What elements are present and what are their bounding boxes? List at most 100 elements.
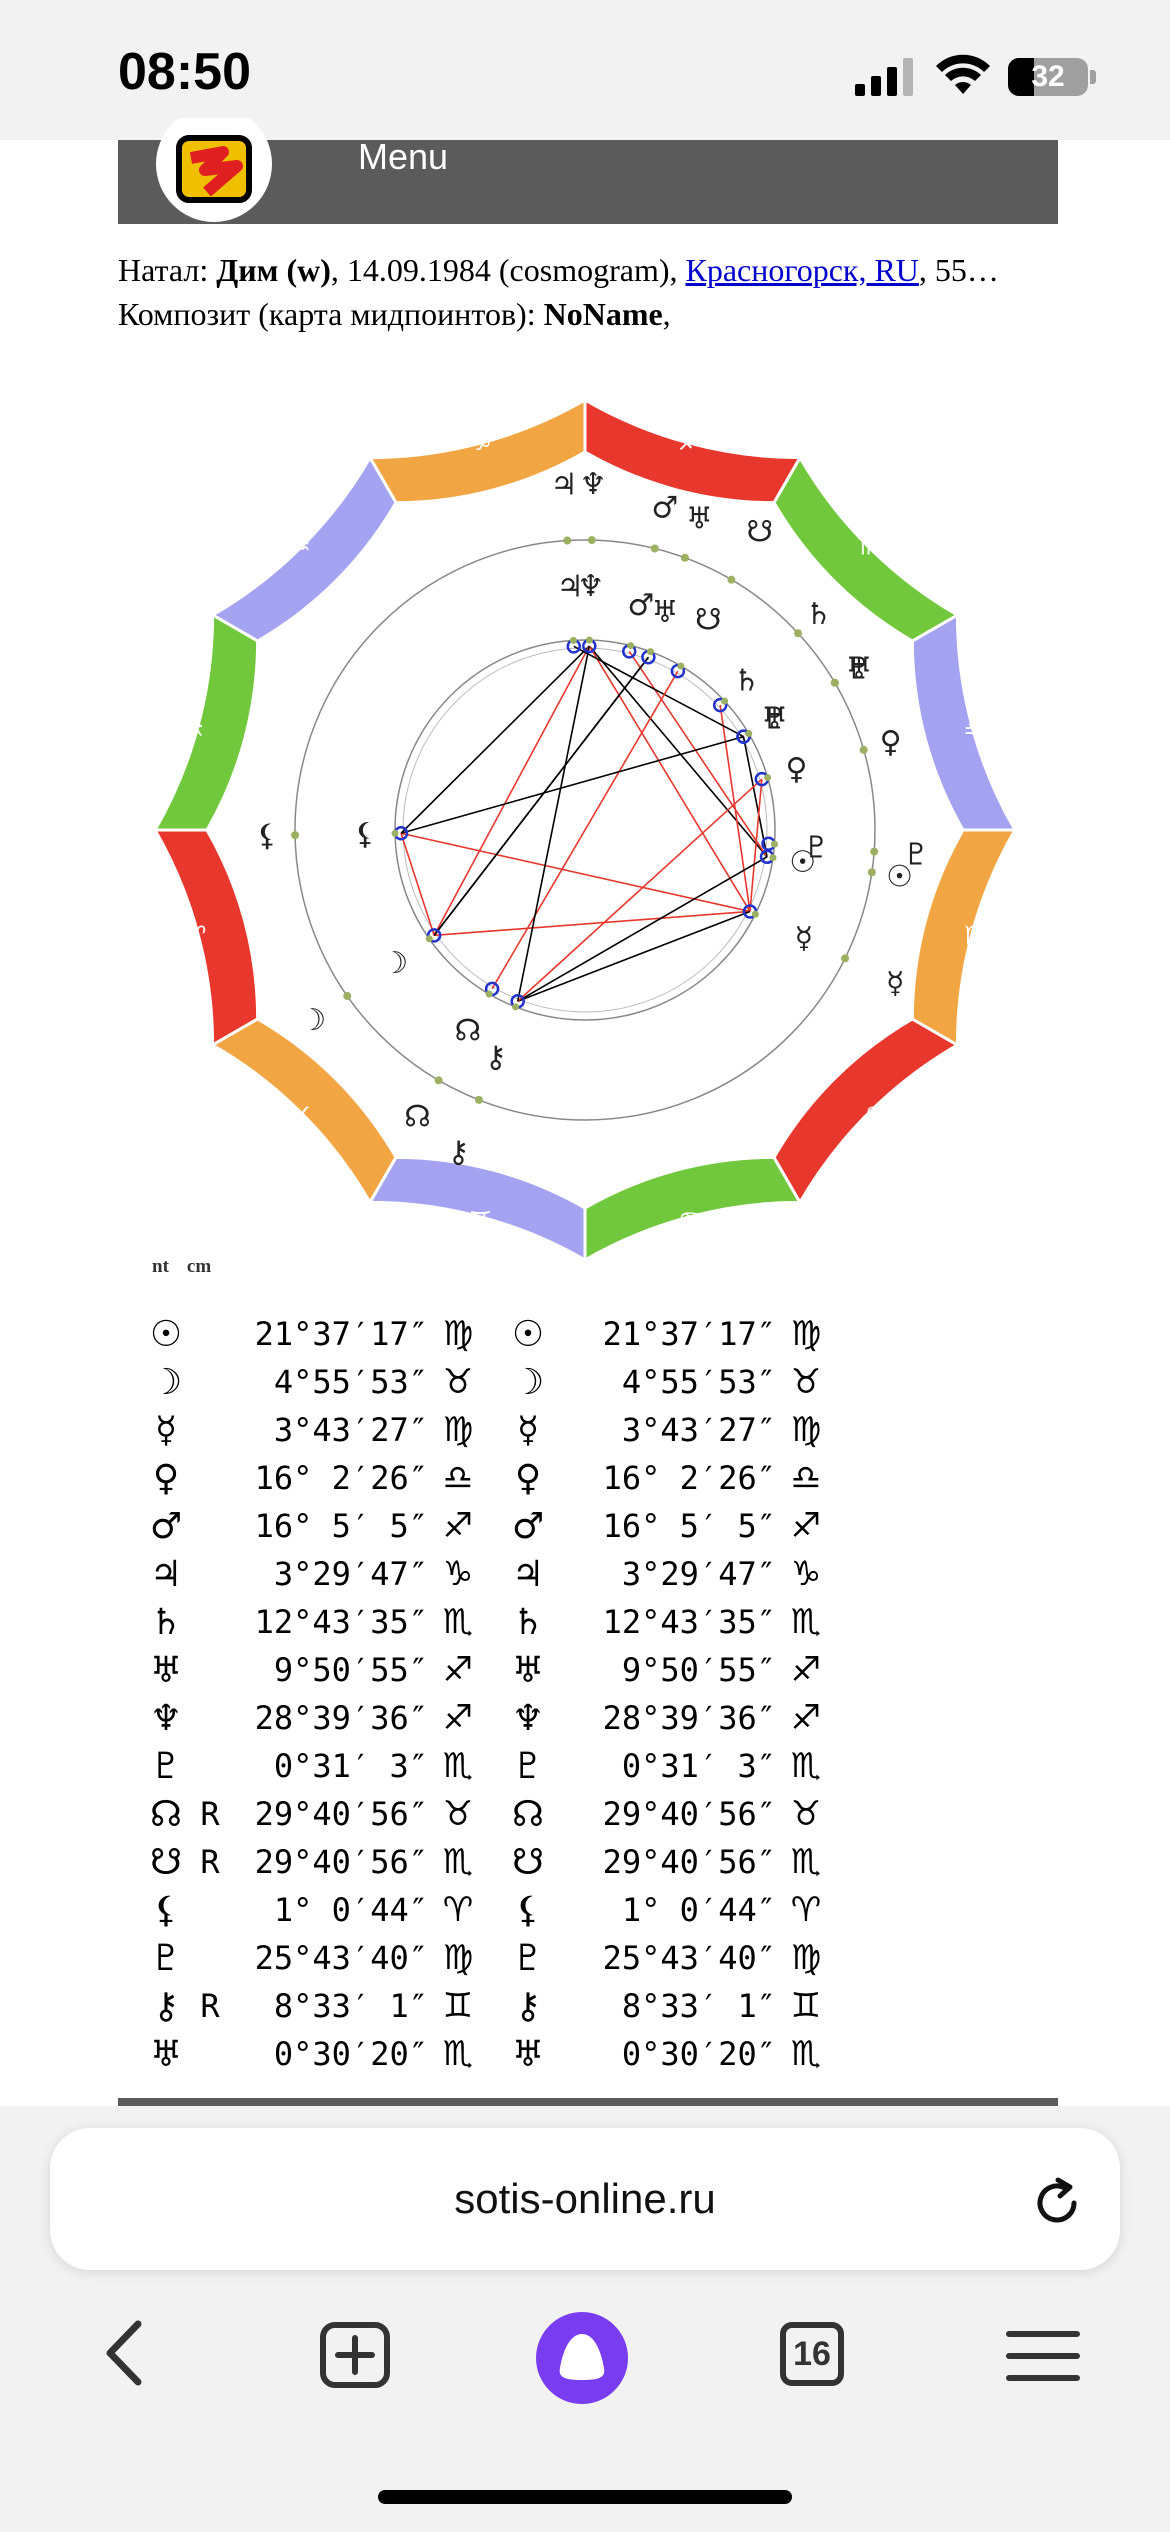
hamburger-menu-icon[interactable] xyxy=(1005,2328,1081,2384)
column-gap xyxy=(482,1886,502,1934)
location-link[interactable]: Красногорск, RU xyxy=(685,252,918,288)
outer-planet-glyph: ♄ xyxy=(805,597,832,632)
natal-position: 12°43′35″ xyxy=(254,1603,428,1641)
planet-row: ♂ 16° 5′ 5″ ♐ ♂ 16° 5′ 5″ ♐ xyxy=(140,1502,830,1550)
outer-planet-dot xyxy=(830,678,839,687)
planet-glyph: ⚷ xyxy=(152,1985,180,2027)
inner-planet-dot xyxy=(770,840,778,848)
column-gap xyxy=(482,1646,502,1694)
person-name: Дим (w) xyxy=(216,252,331,288)
zodiac-sign-label: ♑ xyxy=(469,427,492,457)
zodiac-sign-label: ♋ xyxy=(678,1207,701,1237)
legend-composite: cm xyxy=(186,1256,212,1277)
retrograde-flag xyxy=(192,2030,228,2078)
natal-sign: ♏ xyxy=(442,2034,474,2074)
reload-icon[interactable] xyxy=(1030,2176,1084,2230)
battery-percent: 32 xyxy=(1031,60,1065,93)
composite-sign: ♉ xyxy=(790,1362,822,1402)
planet-glyph: ☽ xyxy=(149,1361,183,1403)
outer-planet-glyph: ☿ xyxy=(886,966,904,1001)
composite-position: 9°50′55″ xyxy=(621,1651,776,1689)
aspect-line xyxy=(434,910,751,937)
address-bar[interactable]: sotis-online.ru xyxy=(50,2128,1120,2270)
retrograde-flag xyxy=(192,1310,228,1358)
menu-button[interactable]: Menu xyxy=(358,139,448,175)
site-logo-icon[interactable] xyxy=(155,118,273,224)
zodiac-sign-label: ♏ xyxy=(859,531,882,561)
composite-sign: ♉ xyxy=(790,1794,822,1834)
natal-position: 29°40′56″ xyxy=(254,1795,428,1833)
composite-position: 0°30′20″ xyxy=(621,2035,776,2073)
zodiac-sign-label: ♊ xyxy=(469,1207,492,1237)
composite-glyph: ☿ xyxy=(516,1409,540,1451)
natal-position: 4°55′53″ xyxy=(273,1363,428,1401)
planet-glyph: ♇ xyxy=(149,1745,183,1787)
composite-position: 16° 2′26″ xyxy=(602,1459,776,1497)
natal-line: Натал: Дим (w), 14.09.1984 (cosmogram), … xyxy=(118,252,999,288)
home-indicator xyxy=(378,2490,792,2504)
natal-position: 25°43′40″ xyxy=(254,1939,428,1977)
composite-glyph: ☊ xyxy=(512,1793,544,1835)
inner-planet-glyph: ⚸ xyxy=(354,817,376,852)
composite-sign: ♑ xyxy=(790,1554,822,1594)
alice-assistant-button[interactable] xyxy=(536,2312,628,2404)
retrograde-flag xyxy=(192,1694,228,1742)
composite-position: 12°43′35″ xyxy=(602,1603,776,1641)
column-gap xyxy=(482,2030,502,2078)
zodiac-sign-label: ♈ xyxy=(183,922,206,952)
column-gap xyxy=(482,1454,502,1502)
composite-sign: ♍ xyxy=(790,1938,822,1978)
retrograde-flag: R xyxy=(200,1795,220,1833)
cellular-signal-icon xyxy=(855,58,913,96)
planet-row: ♆ 28°39′36″ ♐ ♆ 28°39′36″ ♐ xyxy=(140,1694,830,1742)
aspect-line xyxy=(491,670,679,990)
planet-row: ☽ 4°55′53″ ♉ ☽ 4°55′53″ ♉ xyxy=(140,1358,830,1406)
inner-planet-glyph: ♆ xyxy=(577,569,604,604)
outer-planet-dot xyxy=(563,536,572,545)
composite-sign: ♐ xyxy=(790,1698,822,1738)
natal-position: 0°31′ 3″ xyxy=(273,1747,428,1785)
planet-glyph: ♇ xyxy=(149,1937,183,1979)
composite-glyph: ☋ xyxy=(512,1841,544,1883)
natal-sign: ♐ xyxy=(442,1506,474,1546)
inner-planet-dot xyxy=(585,636,593,644)
planet-glyph: ♃ xyxy=(149,1553,183,1595)
natal-sign: ♊ xyxy=(442,1986,474,2026)
planet-row: ☉ 21°37′17″ ♍ ☉ 21°37′17″ ♍ xyxy=(140,1310,830,1358)
astrology-chart-wheel: ♈♉♊ ♋♌♍♎♏♐♑♒♓ ☉ ☉☽☽☿☿♀♀♂♂♃♃♄♄♅♅♆♆♇♇☊☊☋☋⚸⚸ ♇… xyxy=(155,400,1015,1260)
planet-glyph: ♆ xyxy=(149,1697,183,1739)
natal-sign: ♉ xyxy=(442,1362,474,1402)
outer-planet-glyph: ⚸ xyxy=(256,819,278,854)
natal-position: 16° 5′ 5″ xyxy=(254,1507,428,1545)
tab-count-button[interactable]: 16 xyxy=(780,2322,844,2386)
outer-planet-glyph: ☊ xyxy=(404,1100,431,1135)
composite-sign: ♈ xyxy=(790,1890,822,1930)
composite-sign: ♐ xyxy=(790,1650,822,1690)
back-arrow-icon[interactable] xyxy=(100,2318,150,2388)
composite-sign: ♍ xyxy=(790,1314,822,1354)
planet-positions-table: ☉ 21°37′17″ ♍ ☉ 21°37′17″ ♍ ☽ 4°55′53″ ♉ ☽ 4°55′53… xyxy=(140,1310,830,2078)
natal-position: 9°50′55″ xyxy=(273,1651,428,1689)
wifi-icon xyxy=(936,54,990,94)
composite-sign: ♏ xyxy=(790,1842,822,1882)
inner-planet-glyph: ♀ xyxy=(785,752,807,787)
planet-glyph: ♀ xyxy=(152,1457,180,1499)
inner-planet-dot xyxy=(627,642,635,650)
new-tab-icon[interactable] xyxy=(320,2322,390,2388)
composite-name: NoName xyxy=(543,296,663,332)
natal-sign: ♈ xyxy=(442,1890,474,1930)
planet-row: ♇ 0°31′ 3″ ♏ ♇ 0°31′ 3″ ♏ xyxy=(140,1742,830,1790)
composite-glyph: ♅ xyxy=(511,1649,545,1691)
natal-sign: ♍ xyxy=(442,1938,474,1978)
column-gap xyxy=(482,1694,502,1742)
retrograde-flag xyxy=(192,1550,228,1598)
composite-position: 21°37′17″ xyxy=(602,1315,776,1353)
composite-sign: ♐ xyxy=(790,1506,822,1546)
inner-planet-dot xyxy=(485,990,493,998)
planet-row: ⚸ 1° 0′44″ ♈ ⚸ 1° 0′44″ ♈ xyxy=(140,1886,830,1934)
natal-position: 1° 0′44″ xyxy=(273,1891,428,1929)
column-gap xyxy=(482,1790,502,1838)
composite-position: 1° 0′44″ xyxy=(621,1891,776,1929)
outer-planet-glyph: ♇ xyxy=(903,838,930,873)
battery-tip xyxy=(1090,70,1096,84)
